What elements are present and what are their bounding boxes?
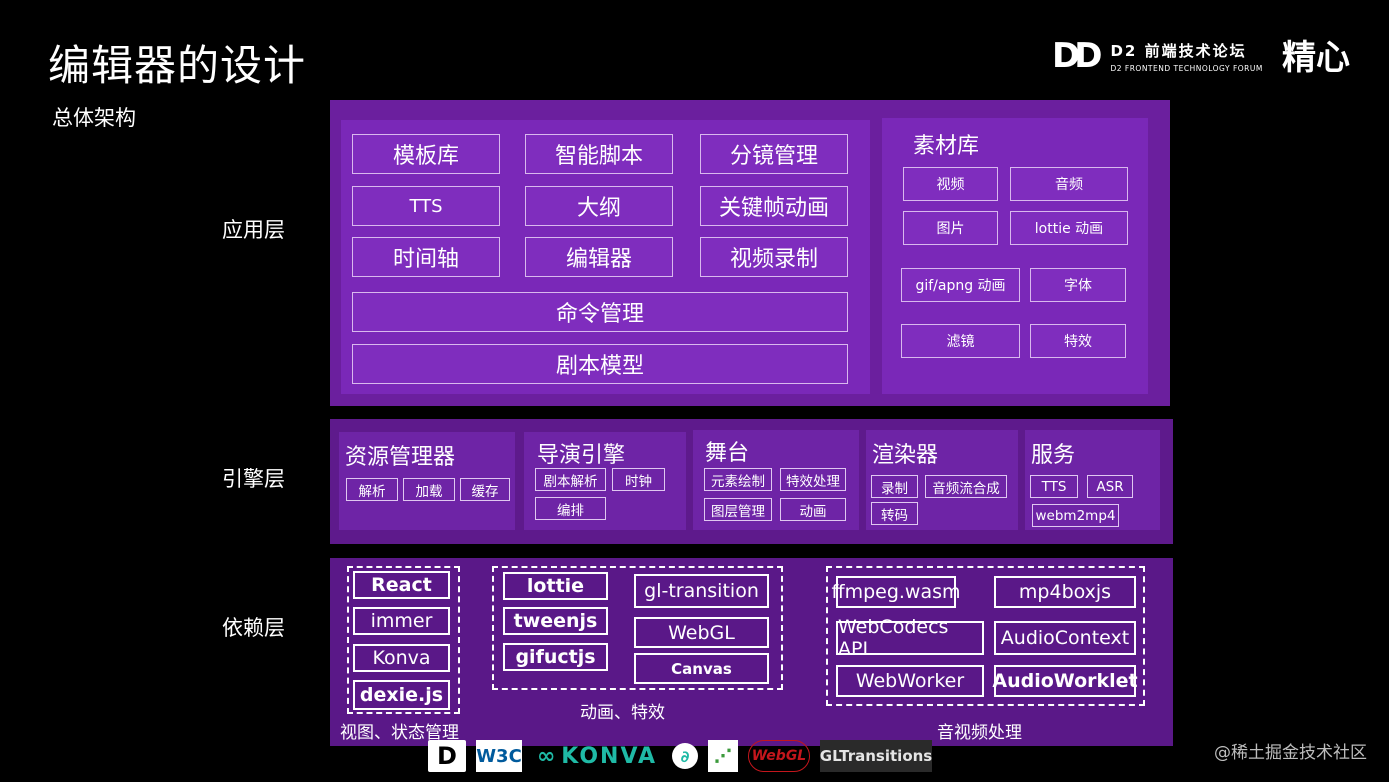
module-template-library: 模板库 — [352, 134, 500, 174]
module-storyboard: 分镜管理 — [700, 134, 848, 174]
module-outline: 大纲 — [525, 186, 673, 226]
dep-webworker: WebWorker — [836, 665, 984, 697]
engine-director-title: 导演引擎 — [537, 443, 626, 468]
konva-logo: ∞ KONVA — [536, 743, 658, 769]
engine-service-title: 服务 — [1031, 443, 1076, 468]
material-font: 字体 — [1030, 268, 1126, 302]
dep-konva: Konva — [353, 644, 450, 672]
layer-label-engine: 引擎层 — [222, 467, 285, 491]
dep-gifuctjs: gifuctjs — [503, 643, 608, 671]
dep-lottie: lottie — [503, 572, 608, 600]
w3c-logo: W3C — [476, 740, 522, 772]
material-library-title: 素材库 — [913, 134, 980, 159]
layer-label-app: 应用层 — [222, 218, 285, 242]
module-tts: TTS — [352, 186, 500, 226]
dep-react: React — [353, 571, 450, 599]
tag-script-parse: 剧本解析 — [535, 468, 606, 491]
engine-resource-title: 资源管理器 — [345, 445, 456, 470]
engine-stage-title: 舞台 — [705, 441, 750, 466]
lottie-icon: ∂ — [672, 743, 698, 769]
module-smart-script: 智能脚本 — [525, 134, 673, 174]
module-timeline: 时间轴 — [352, 237, 500, 277]
tag-element-draw: 元素绘制 — [704, 468, 772, 491]
jingxin-logo: 精心 — [1282, 38, 1350, 78]
tag-arrange: 编排 — [535, 497, 606, 520]
module-command-manager: 命令管理 — [352, 292, 848, 332]
material-lottie: lottie 动画 — [1010, 211, 1128, 245]
webgl-logo: WebGL — [748, 740, 810, 772]
d2-logo: DD D2 前端技术论坛 D2 FRONTEND TECHNOLOGY FORU… — [1052, 36, 1263, 76]
dep-canvas: Canvas — [634, 653, 769, 684]
material-gif-apng: gif/apng 动画 — [901, 268, 1020, 302]
material-filter: 滤镜 — [901, 324, 1020, 358]
dep-dexie: dexie.js — [353, 680, 450, 710]
module-editor: 编辑器 — [525, 237, 673, 277]
deps-anim-caption: 动画、特效 — [580, 703, 665, 723]
d2-logo-en: D2 FRONTEND TECHNOLOGY FORUM — [1110, 63, 1263, 73]
tag-clock: 时钟 — [612, 468, 665, 491]
dep-gl-transition: gl-transition — [634, 574, 769, 608]
page-title: 编辑器的设计 — [48, 41, 307, 90]
dep-mp4boxjs: mp4boxjs — [994, 576, 1136, 608]
material-audio: 音频 — [1010, 167, 1128, 201]
watermark: @稀土掘金技术社区 — [1214, 743, 1367, 763]
tag-layer-manage: 图层管理 — [704, 498, 772, 521]
tag-tts: TTS — [1030, 475, 1078, 498]
tag-record: 录制 — [871, 475, 918, 498]
tag-parse: 解析 — [346, 478, 398, 501]
page-subtitle: 总体架构 — [52, 106, 136, 130]
tag-effect-process: 特效处理 — [780, 468, 846, 491]
module-keyframe-animation: 关键帧动画 — [700, 186, 848, 226]
engine-renderer-title: 渲染器 — [872, 443, 939, 468]
module-video-record: 视频录制 — [700, 237, 848, 277]
dep-webcodecs: WebCodecs API — [836, 616, 984, 660]
dep-ffmpeg-wasm: ffmpeg.wasm — [831, 576, 961, 608]
d2-logo-cn: D2 前端技术论坛 — [1110, 41, 1247, 60]
material-effect: 特效 — [1030, 324, 1126, 358]
deps-av-caption: 音视频处理 — [937, 723, 1022, 743]
dep-audiocontext: AudioContext — [994, 621, 1136, 655]
tag-audio-mix: 音频流合成 — [925, 475, 1007, 498]
tag-animation: 动画 — [780, 498, 846, 521]
tween-icon: ⋰ — [708, 740, 738, 772]
dep-immer: immer — [353, 607, 450, 635]
material-video: 视频 — [903, 167, 998, 201]
material-image: 图片 — [903, 211, 998, 245]
dep-webgl: WebGL — [634, 617, 769, 648]
d2-logo-mark: DD — [1052, 36, 1103, 76]
layer-label-deps: 依赖层 — [222, 616, 285, 640]
footer-logos: D W3C ∞ KONVA ∂ ⋰ WebGL GLTransitions — [428, 738, 932, 774]
tag-webm2mp4: webm2mp4 — [1032, 504, 1119, 527]
konva-logo-text: KONVA — [561, 743, 658, 769]
dexie-logo: D — [428, 740, 466, 772]
dep-audioworklet: AudioWorklet — [992, 665, 1138, 697]
tag-load: 加载 — [403, 478, 455, 501]
module-script-model: 剧本模型 — [352, 344, 848, 384]
dep-tweenjs: tweenjs — [503, 607, 608, 635]
tag-asr: ASR — [1087, 475, 1133, 498]
tag-cache: 缓存 — [460, 478, 510, 501]
gltransitions-logo: GLTransitions — [820, 740, 932, 772]
tag-transcode: 转码 — [871, 502, 918, 525]
